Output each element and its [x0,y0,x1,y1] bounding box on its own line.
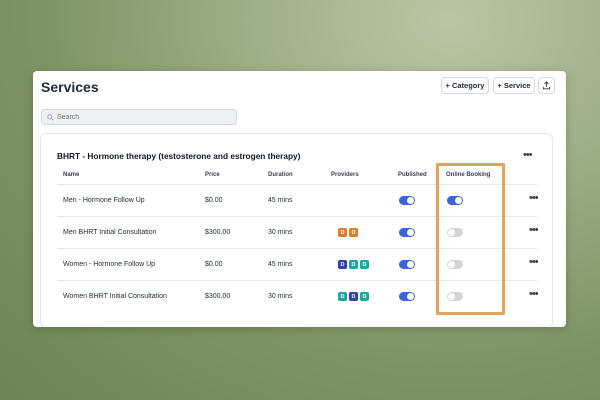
row-more-button[interactable]: ••• [529,256,539,268]
page-title: Services [41,79,99,95]
category-title: BHRT - Hormone therapy (testosterone and… [57,151,301,161]
upload-icon [542,81,551,90]
column-header-price: Price [205,172,220,178]
service-name: Women - Hormone Follow Up [63,261,156,268]
provider-badge[interactable]: D [360,260,369,269]
published-toggle[interactable] [399,260,415,269]
row-more-button[interactable]: ••• [529,224,539,236]
service-name: Men BHRT Initial Consultation [63,229,157,236]
provider-badges: D D D [338,260,369,269]
export-button[interactable] [538,77,555,94]
column-header-duration: Duration [268,172,293,178]
provider-badges: D D D [338,292,369,301]
row-more-button[interactable]: ••• [529,192,539,204]
table-row[interactable]: Men - Hormone Follow Up $0.00 45 mins ••… [41,185,554,216]
provider-badge[interactable]: D [360,292,369,301]
search-box[interactable] [41,109,237,125]
provider-badge[interactable]: D [338,228,347,237]
provider-badge[interactable]: D [349,260,358,269]
online-booking-toggle[interactable] [447,292,463,301]
search-input[interactable] [54,113,227,121]
service-name: Women BHRT Initial Consultation [63,293,167,300]
category-more-button[interactable]: ••• [523,150,533,161]
table-row[interactable]: Men BHRT Initial Consultation $300.00 30… [41,217,554,248]
column-header-published: Published [398,172,427,178]
online-booking-toggle[interactable] [447,260,463,269]
category-card: BHRT - Hormone therapy (testosterone and… [40,133,553,327]
column-header-name: Name [63,172,80,178]
service-price: $300.00 [205,229,231,236]
service-duration: 30 mins [268,293,293,300]
service-name: Men - Hormone Follow Up [63,197,145,204]
column-header-online-booking: Online Booking [446,172,491,178]
search-icon [47,113,54,121]
provider-badges: D D [338,228,358,237]
add-category-button[interactable]: + Category [441,77,489,94]
table-row[interactable]: Women - Hormone Follow Up $0.00 45 mins … [41,249,554,280]
service-price: $0.00 [205,261,223,268]
provider-badge[interactable]: D [338,260,347,269]
service-duration: 45 mins [268,197,293,204]
services-panel: Services + Category + Service BHRT - Hor… [33,71,566,327]
service-price: $300.00 [205,293,231,300]
add-service-button[interactable]: + Service [493,77,535,94]
column-header-providers: Providers [331,172,359,178]
published-toggle[interactable] [399,196,415,205]
table-row[interactable]: Women BHRT Initial Consultation $300.00 … [41,281,554,312]
provider-badge[interactable]: D [349,228,358,237]
published-toggle[interactable] [399,228,415,237]
row-more-button[interactable]: ••• [529,288,539,300]
provider-badge[interactable]: D [349,292,358,301]
service-duration: 30 mins [268,229,293,236]
service-duration: 45 mins [268,261,293,268]
provider-badge[interactable]: D [338,292,347,301]
online-booking-toggle[interactable] [447,196,463,205]
online-booking-toggle[interactable] [447,228,463,237]
service-price: $0.00 [205,197,223,204]
published-toggle[interactable] [399,292,415,301]
